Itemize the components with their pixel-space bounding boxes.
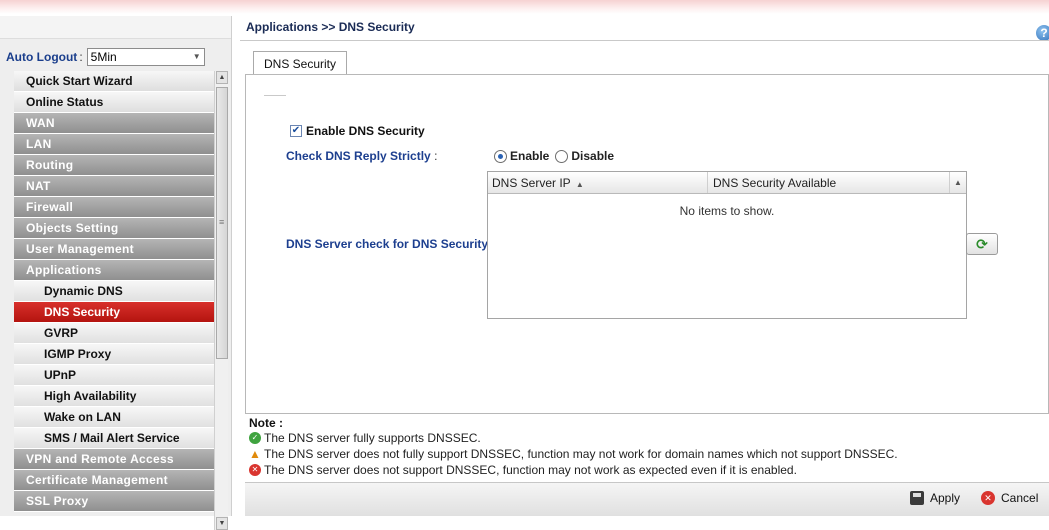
grid-scroll-up-icon[interactable]: ▲ [950,172,966,193]
warning-icon: ▲ [249,447,261,461]
dns-server-check-text: DNS Server check for DNS Security [286,237,489,251]
apply-button[interactable]: Apply [910,491,960,505]
sidebar-item-high-availability[interactable]: High Availability [14,386,228,407]
radio-disable[interactable]: Disable [555,149,614,163]
note-supported-text: The DNS server fully supports DNSSEC. [264,431,481,445]
check-circle-icon: ✓ [249,432,261,444]
check-dns-reply-radios: Enable Disable [494,149,620,163]
sidebar-item-objects-setting[interactable]: Objects Setting [14,218,228,239]
sidebar-item-igmp-proxy[interactable]: IGMP Proxy [14,344,228,365]
column-dns-server-ip-label: DNS Server IP [492,176,571,190]
sidebar-blank-header [0,16,231,39]
sidebar-item-dns-security[interactable]: DNS Security [14,302,228,323]
sidebar-item-wake-on-lan[interactable]: Wake on LAN [14,407,228,428]
cancel-label: Cancel [1001,491,1039,505]
fieldset-border [264,95,286,96]
auto-logout-label: Auto Logout [6,49,78,64]
enable-dns-security-checkbox[interactable]: ✔ [290,125,302,137]
dns-server-grid: DNS Server IP ▲ DNS Security Available ▲… [487,171,967,319]
sort-ascending-icon: ▲ [575,180,584,189]
grid-empty-text: No items to show. [679,204,775,218]
enable-dns-security-label: Enable DNS Security [306,124,425,138]
grip-icon: ≡ [219,217,225,227]
sidebar-item-vpn-and-remote-access[interactable]: VPN and Remote Access [14,449,228,470]
radio-enable[interactable]: Enable [494,149,549,163]
sidebar-item-ssl-proxy[interactable]: SSL Proxy [14,491,228,512]
sidebar-item-sms-mail-alert-service[interactable]: SMS / Mail Alert Service [14,428,228,449]
check-dns-reply-text: Check DNS Reply Strictly [286,149,431,163]
sidebar-item-gvrp[interactable]: GVRP [14,323,228,344]
auto-logout: Auto Logout : 5Min ▼ [0,39,231,69]
enable-dns-security-row[interactable]: ✔ Enable DNS Security [290,124,425,138]
sidebar-item-user-management[interactable]: User Management [14,239,228,260]
error-circle-icon: ✕ [249,464,261,476]
check-dns-reply-label: Check DNS Reply Strictly : [286,149,437,163]
apply-label: Apply [930,491,961,505]
sidebar-item-wan[interactable]: WAN [14,113,228,134]
auto-logout-colon: : [79,49,83,64]
header-divider [240,40,1049,41]
sidebar-item-certificate-management[interactable]: Certificate Management [14,470,228,491]
column-dns-server-ip[interactable]: DNS Server IP ▲ [488,172,708,193]
note-partial-text: The DNS server does not fully support DN… [264,447,898,461]
auto-logout-select[interactable]: 5Min ▼ [86,47,205,66]
radio-enable-button[interactable] [494,149,507,163]
cancel-icon: ✕ [981,491,995,505]
radio-enable-label: Enable [510,149,550,163]
note-title: Note : [249,416,283,430]
check-dns-reply-colon: : [434,149,438,163]
dns-security-panel: ✔ Enable DNS Security Check DNS Reply St… [245,74,1049,414]
radio-disable-label: Disable [571,149,615,163]
tab-dns-security[interactable]: DNS Security [253,51,347,75]
note-supported: ✓ The DNS server fully supports DNSSEC. [249,431,481,445]
sidebar-item-applications[interactable]: Applications [14,260,228,281]
sidebar-item-firewall[interactable]: Firewall [14,197,228,218]
sidebar-item-upnp[interactable]: UPnP [14,365,228,386]
breadcrumb: Applications >> DNS Security [246,20,415,34]
note-partial: ▲ The DNS server does not fully support … [249,447,898,461]
sidebar-item-routing[interactable]: Routing [14,155,228,176]
refresh-icon: ⟳ [976,236,988,252]
bottom-action-bar: Apply ✕ Cancel [245,482,1049,516]
save-icon [910,491,924,505]
auto-logout-value: 5Min [90,49,117,64]
sidebar-item-lan[interactable]: LAN [14,134,228,155]
column-dns-security-available[interactable]: DNS Security Available [708,172,950,193]
note-unsupported-text: The DNS server does not support DNSSEC, … [264,463,797,477]
note-unsupported: ✕ The DNS server does not support DNSSEC… [249,463,797,477]
scroll-up-icon[interactable]: ▲ [216,71,228,84]
help-icon[interactable]: ? [1036,25,1049,41]
cancel-button[interactable]: ✕ Cancel [981,491,1038,505]
top-gradient-strip [0,0,1049,14]
menu-list: Quick Start Wizard Online Status WAN LAN Rou… [14,71,228,512]
radio-disable-button[interactable] [555,149,569,163]
sidebar: Auto Logout : 5Min ▼ Quick Start Wizard O… [0,16,232,530]
sidebar-item-quick-start-wizard[interactable]: Quick Start Wizard [14,71,228,92]
dns-server-check-label: DNS Server check for DNS Security : [286,237,495,251]
sidebar-menu: Quick Start Wizard Online Status WAN LAN Rou… [14,71,228,530]
scroll-down-icon[interactable]: ▼ [216,517,228,530]
sidebar-scrollbar[interactable]: ▲ ≡ ▼ [214,71,228,530]
refresh-button[interactable]: ⟳ [966,233,998,255]
grid-header: DNS Server IP ▲ DNS Security Available ▲ [488,172,966,194]
sidebar-item-nat[interactable]: NAT [14,176,228,197]
chevron-down-icon: ▼ [192,52,201,61]
scrollbar-thumb[interactable]: ≡ [216,87,228,359]
sidebar-item-dynamic-dns[interactable]: Dynamic DNS [14,281,228,302]
sidebar-item-online-status[interactable]: Online Status [14,92,228,113]
